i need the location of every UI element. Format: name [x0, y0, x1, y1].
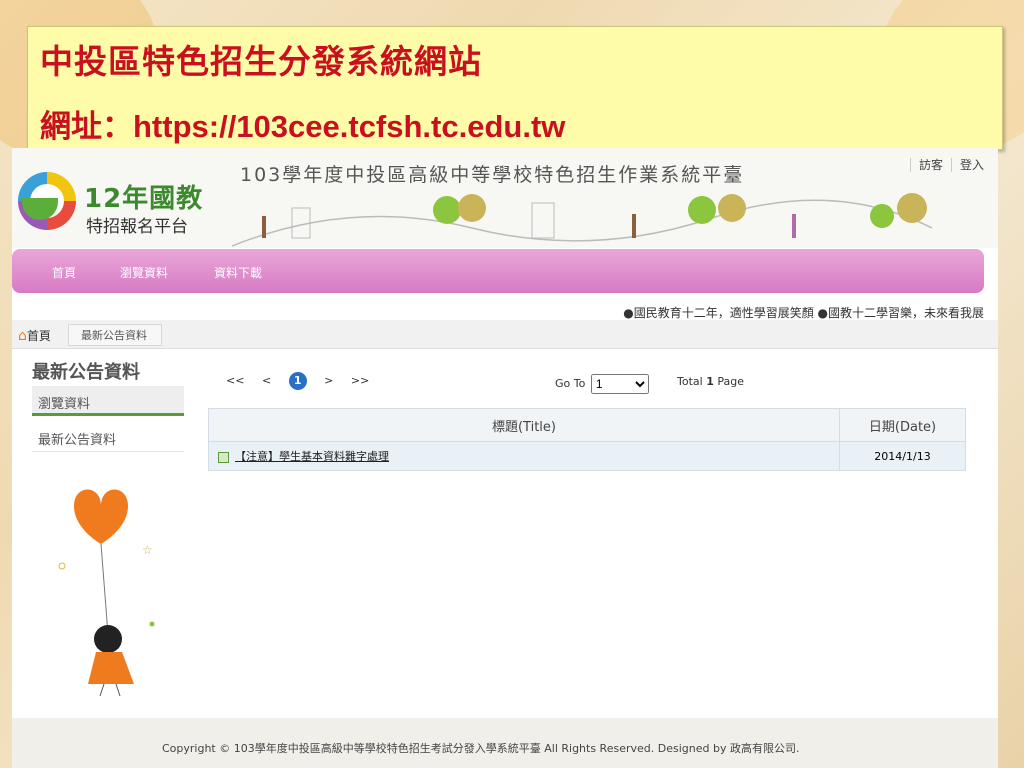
marquee-text: ●國民教育十二年，適性學習展笑顏 ●國教十二學習樂，未來看我展: [623, 306, 984, 320]
logo-subtitle: 特招報名平台: [86, 217, 188, 237]
column-header-date: 日期(Date): [839, 408, 966, 442]
breadcrumb-current: 最新公告資料: [68, 324, 162, 346]
site-title: 103學年度中投區高級中等學校特色招生作業系統平臺: [240, 164, 745, 186]
nav-download[interactable]: 資料下載: [214, 264, 262, 281]
bullet-icon: [218, 451, 229, 463]
url-text: https://103cee.tcfsh.tc.edu.tw: [133, 109, 566, 144]
breadcrumb-home[interactable]: ⌂首頁: [18, 327, 51, 344]
nav-browse[interactable]: 瀏覽資料: [120, 264, 168, 281]
date-cell: 2014/1/13: [839, 441, 966, 471]
sidebar-item-browse[interactable]: 瀏覽資料: [32, 386, 184, 416]
home-icon: ⌂: [18, 328, 27, 344]
girl-balloon-illustration: ☆: [58, 489, 155, 697]
table-row: 【注意】學生基本資料難字處理 2014/1/13: [208, 441, 966, 471]
top-links: 訪客 登入: [909, 156, 992, 173]
slide-url-line: 網址：https://103cee.tcfsh.tc.edu.tw: [40, 101, 565, 146]
announcement-link[interactable]: 【注意】學生基本資料難字處理: [235, 450, 389, 463]
goto-page-select[interactable]: 1: [590, 374, 649, 394]
guest-link[interactable]: 訪客: [909, 158, 951, 172]
column-header-title: 標題(Title): [208, 408, 840, 442]
slide-title: 中投區特色招生分發系統網站: [40, 42, 482, 81]
total-pages: Total 1 Page: [677, 375, 744, 388]
goto-label: Go To: [555, 377, 586, 390]
logo-title: 12年國教: [84, 184, 204, 214]
header-illustration: [232, 193, 932, 247]
pagination: << < 1 > >>: [226, 372, 383, 390]
copyright-text: Copyright © 103學年度中投區高級中等學校特色招生考試分發入學系統平…: [162, 742, 800, 755]
svg-text:☆: ☆: [142, 543, 153, 557]
next-page-button[interactable]: >: [324, 374, 333, 387]
site-header: 12年國教 特招報名平台 103學年度中投區高級中等學校特色招生作業系統平臺 訪…: [12, 148, 998, 248]
url-label: 網址：: [40, 109, 133, 145]
title-cell: 【注意】學生基本資料難字處理: [208, 441, 840, 471]
main-navbar: 首頁 瀏覽資料 資料下載: [12, 249, 984, 293]
current-page-indicator[interactable]: 1: [288, 372, 307, 390]
website-screenshot: 12年國教 特招報名平台 103學年度中投區高級中等學校特色招生作業系統平臺 訪…: [12, 148, 998, 768]
announcement-table: 標題(Title) 日期(Date) 【注意】學生基本資料難字處理 2014/1…: [208, 408, 966, 471]
sidebar-item-news[interactable]: 最新公告資料: [32, 424, 184, 452]
first-page-button[interactable]: <<: [226, 374, 244, 387]
footer: Copyright © 103學年度中投區高級中等學校特色招生考試分發入學系統平…: [12, 718, 998, 768]
prev-page-button[interactable]: <: [262, 374, 271, 387]
nav-home[interactable]: 首頁: [52, 264, 76, 281]
slide-caption-box: 中投區特色招生分發系統網站 網址：https://103cee.tcfsh.tc…: [27, 26, 1003, 150]
last-page-button[interactable]: >>: [351, 374, 369, 387]
goto-page: Go To 1: [555, 374, 649, 394]
breadcrumb: ⌂首頁 最新公告資料: [12, 320, 998, 349]
login-link[interactable]: 登入: [950, 158, 992, 172]
sidebar-title: 最新公告資料: [32, 362, 140, 383]
